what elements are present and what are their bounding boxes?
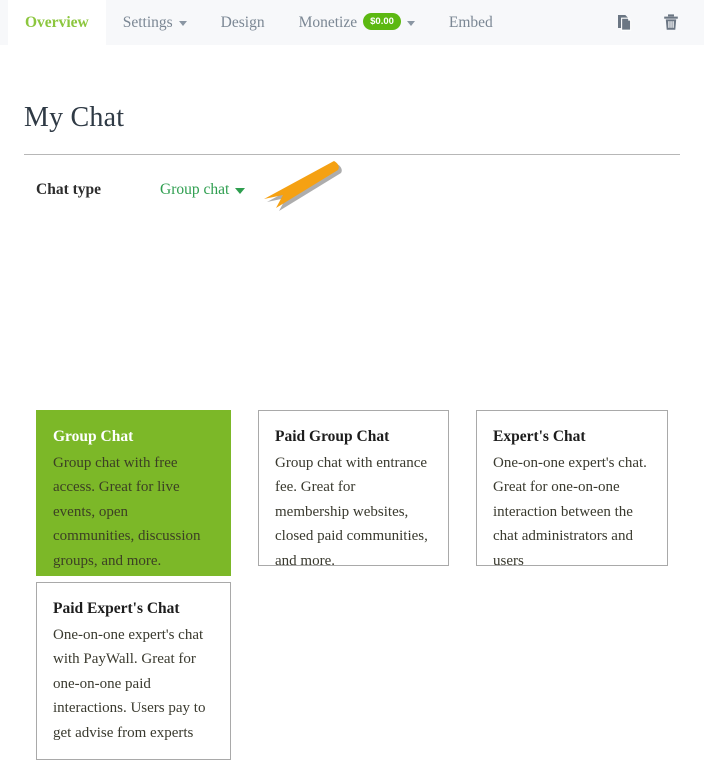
card-title: Paid Group Chat — [275, 428, 390, 445]
tab-monetize[interactable]: Monetize $0.00 — [282, 0, 432, 45]
tab-design-label: Design — [220, 13, 265, 31]
card-title: Expert's Chat — [493, 428, 586, 445]
tab-list: Overview Settings Design Monetize $0.00 … — [8, 0, 510, 45]
chat-type-card-experts-chat[interactable]: Expert's Chat One-on-one expert's chat. … — [476, 410, 668, 569]
tab-overview[interactable]: Overview — [8, 0, 106, 45]
tab-settings[interactable]: Settings — [106, 0, 204, 45]
card-description: Group chat with entrance fee. Great for … — [275, 454, 428, 569]
chevron-down-icon — [235, 188, 246, 194]
card-title: Group Chat — [53, 428, 134, 445]
chat-type-card-paid-group-chat[interactable]: Paid Group Chat Group chat with entrance… — [258, 410, 449, 569]
delete-icon[interactable] — [660, 12, 682, 34]
card-description: One-on-one expert's chat with PayWall. G… — [53, 626, 206, 741]
tab-design[interactable]: Design — [204, 0, 282, 45]
duplicate-icon[interactable] — [614, 12, 636, 34]
tab-embed[interactable]: Embed — [432, 0, 510, 45]
page-title: My Chat — [24, 102, 125, 133]
tab-bar-actions — [614, 0, 682, 45]
tab-monetize-label: Monetize — [298, 13, 358, 31]
chevron-down-icon — [178, 21, 187, 26]
card-description: Group chat with free access. Great for l… — [53, 454, 201, 569]
chat-type-dropdown[interactable]: Group chat — [160, 181, 246, 199]
card-title: Paid Expert's Chat — [53, 600, 180, 617]
page-content: My Chat Chat type Group chat Group Chat … — [0, 45, 704, 760]
monetize-balance-badge: $0.00 — [363, 12, 401, 31]
card-description: One-on-one expert's chat. Great for one-… — [493, 454, 647, 569]
chat-type-card-paid-experts-chat[interactable]: Paid Expert's Chat One-on-one expert's c… — [36, 582, 231, 760]
tab-overview-label: Overview — [25, 13, 89, 31]
chat-type-value: Group chat — [160, 181, 230, 198]
tab-bar: Overview Settings Design Monetize $0.00 … — [0, 0, 704, 45]
chat-type-row: Chat type Group chat — [0, 181, 704, 203]
chat-type-card-group-chat[interactable]: Group Chat Group chat with free access. … — [36, 410, 231, 576]
tab-embed-label: Embed — [448, 13, 493, 31]
tab-settings-label: Settings — [122, 13, 173, 31]
chevron-down-icon — [406, 21, 415, 26]
chat-type-label: Chat type — [36, 181, 102, 198]
title-divider — [24, 154, 680, 155]
